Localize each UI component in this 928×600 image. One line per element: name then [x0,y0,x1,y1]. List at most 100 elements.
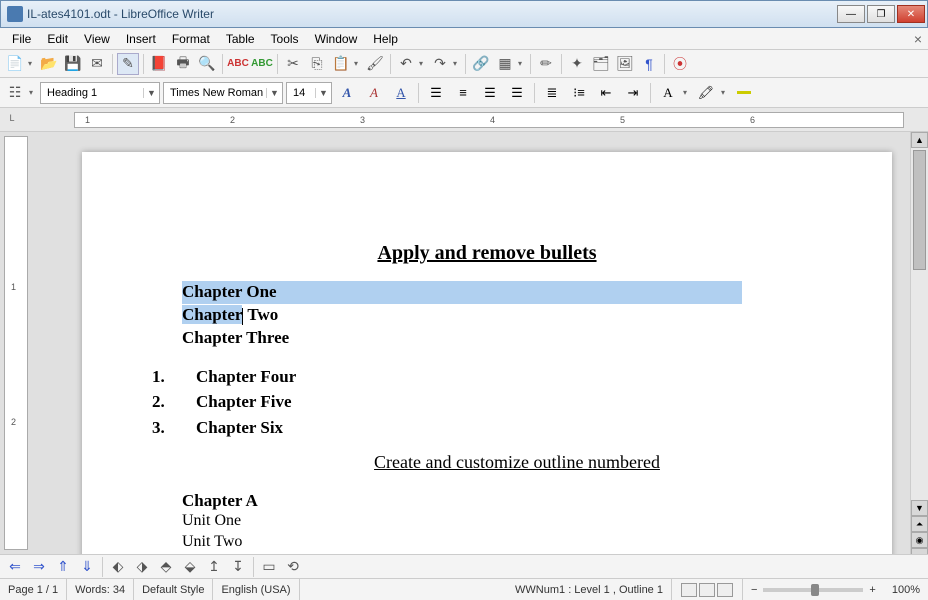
gallery-button[interactable]: 🖼 [614,53,636,75]
increase-indent-button[interactable]: ⇥ [621,82,645,104]
help-button[interactable]: ⦿ [669,53,691,75]
menu-help[interactable]: Help [365,30,406,48]
font-color-dropdown[interactable]: ▾ [683,88,691,97]
underline-button[interactable]: A [389,82,413,104]
highlight-button[interactable]: 🖍 [694,82,718,104]
paste-dropdown[interactable]: ▾ [354,59,362,68]
print-preview-button[interactable]: 🔍 [196,53,218,75]
find-button[interactable]: ✦ [566,53,588,75]
save-button[interactable]: 💾 [62,53,84,75]
spellcheck-button[interactable]: ABC [227,53,249,75]
nav-object-icon[interactable]: ◉ [911,532,928,548]
scroll-up-icon[interactable]: ▲ [911,132,928,148]
menu-window[interactable]: Window [307,30,366,48]
numbered-list-button[interactable]: ≣ [540,82,564,104]
paragraph-style-combo[interactable]: Heading 1 ▼ [40,82,160,104]
restart-numbering-button[interactable]: ⟲ [282,556,304,578]
align-justify-button[interactable]: ☰ [505,82,529,104]
new-button[interactable]: 📄 [4,53,26,75]
print-button[interactable]: 🖶 [172,53,194,75]
scroll-down-icon[interactable]: ▼ [911,500,928,516]
nav-up-button[interactable]: ⇑ [52,556,74,578]
insert-entry-button[interactable]: ▭ [258,556,280,578]
demote-button[interactable]: ⬗ [131,556,153,578]
background-color-button[interactable] [732,82,756,104]
single-page-view-button[interactable] [681,583,697,597]
undo-dropdown[interactable]: ▾ [419,59,427,68]
status-page[interactable]: Page 1 / 1 [0,579,67,600]
page[interactable]: Apply and remove bullets Chapter One Cha… [82,152,892,554]
open-button[interactable]: 📂 [38,53,60,75]
navigator-button[interactable]: 🗂 [590,53,612,75]
scroll-thumb[interactable] [913,150,926,270]
close-button[interactable]: ✕ [897,5,925,23]
styles-button[interactable]: ☷ [4,82,26,104]
outline-down-button[interactable]: ↧ [227,556,249,578]
status-context[interactable]: WWNum1 : Level 1 , Outline 1 [300,579,672,600]
zoom-out-icon[interactable]: − [751,584,757,596]
menu-insert[interactable]: Insert [118,30,164,48]
horizontal-ruler[interactable]: 1 2 3 4 5 6 [74,112,904,128]
bullet-list-button[interactable]: ⁝≡ [567,82,591,104]
align-left-button[interactable]: ☰ [424,82,448,104]
move-up-button[interactable]: ⬘ [155,556,177,578]
italic-button[interactable]: A [362,82,386,104]
decrease-indent-button[interactable]: ⇤ [594,82,618,104]
autospell-button[interactable]: ABC [251,53,273,75]
zoom-value[interactable]: 100% [884,579,928,600]
cut-button[interactable]: ✂ [282,53,304,75]
hyperlink-button[interactable]: 🔗 [470,53,492,75]
zoom-control[interactable]: − + [743,579,884,600]
move-down-button[interactable]: ⬙ [179,556,201,578]
document-close-icon[interactable]: × [914,31,922,47]
multi-page-view-button[interactable] [699,583,715,597]
copy-button[interactable]: ⎘ [306,53,328,75]
document-viewport[interactable]: Apply and remove bullets Chapter One Cha… [32,132,910,554]
align-right-button[interactable]: ☰ [478,82,502,104]
menu-view[interactable]: View [76,30,118,48]
nav-down-button[interactable]: ⇓ [76,556,98,578]
book-view-button[interactable] [717,583,733,597]
paste-button[interactable]: 📋 [330,53,352,75]
font-color-button[interactable]: A [656,82,680,104]
new-dropdown[interactable]: ▾ [28,59,36,68]
undo-button[interactable]: ↶ [395,53,417,75]
menu-edit[interactable]: Edit [39,30,76,48]
format-paintbrush-button[interactable]: 🖌 [364,53,386,75]
export-pdf-button[interactable]: 📕 [148,53,170,75]
align-center-button[interactable]: ≡ [451,82,475,104]
menu-format[interactable]: Format [164,30,218,48]
show-draw-button[interactable]: ✏ [535,53,557,75]
menu-table[interactable]: Table [218,30,263,48]
vertical-ruler[interactable]: 1 2 [4,136,28,550]
outline-up-button[interactable]: ↥ [203,556,225,578]
promote-button[interactable]: ⬖ [107,556,129,578]
redo-button[interactable]: ↷ [429,53,451,75]
nonprinting-button[interactable]: ¶ [638,53,660,75]
minimize-button[interactable]: — [837,5,865,23]
email-button[interactable]: ✉ [86,53,108,75]
redo-dropdown[interactable]: ▾ [453,59,461,68]
menu-file[interactable]: File [4,30,39,48]
table-dropdown[interactable]: ▾ [518,59,526,68]
styles-dropdown[interactable]: ▾ [29,88,37,97]
highlight-dropdown[interactable]: ▾ [721,88,729,97]
zoom-slider[interactable] [763,588,863,592]
text-line: Chapter Two [182,304,742,327]
menu-tools[interactable]: Tools [263,30,307,48]
edit-mode-button[interactable]: ✎ [117,53,139,75]
font-name-combo[interactable]: Times New Roman ▼ [163,82,283,104]
status-language[interactable]: English (USA) [213,579,299,600]
font-size-combo[interactable]: 14 ▼ [286,82,332,104]
zoom-thumb[interactable] [811,584,819,596]
nav-forward-button[interactable]: ⇒ [28,556,50,578]
table-button[interactable]: ▦ [494,53,516,75]
prev-page-icon[interactable]: ⏶ [911,516,928,532]
status-style[interactable]: Default Style [134,579,213,600]
nav-back-button[interactable]: ⇐ [4,556,26,578]
bold-button[interactable]: A [335,82,359,104]
maximize-button[interactable]: ❐ [867,5,895,23]
zoom-in-icon[interactable]: + [869,584,875,596]
vertical-scrollbar[interactable]: ▲ ▼ ⏶ ◉ ⏷ [910,132,928,554]
status-words[interactable]: Words: 34 [67,579,134,600]
